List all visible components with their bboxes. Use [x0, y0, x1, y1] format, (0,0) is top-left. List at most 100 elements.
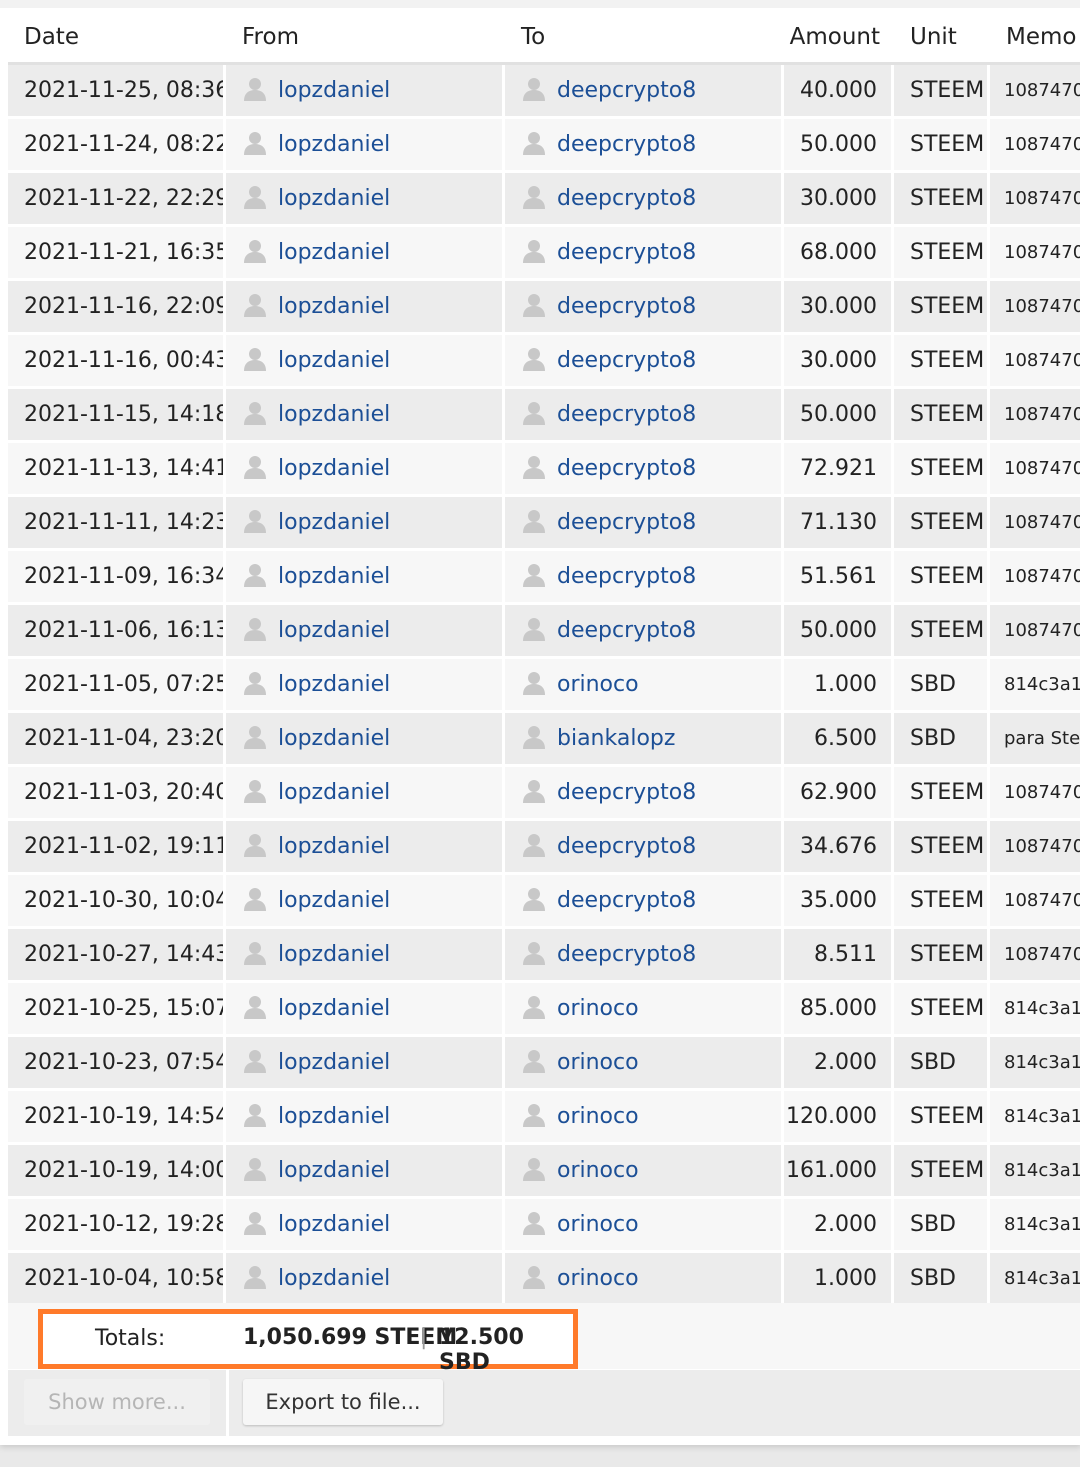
cell-unit: STEEM [894, 389, 990, 443]
from-user-link[interactable]: lopzdaniel [278, 996, 390, 1021]
user-icon [521, 346, 547, 372]
header-amount[interactable]: Amount [784, 12, 894, 65]
from-user-link[interactable]: lopzdaniel [278, 1104, 390, 1129]
from-user-link[interactable]: lopzdaniel [278, 618, 390, 643]
user-icon [242, 994, 268, 1020]
to-user-link[interactable]: deepcrypto8 [557, 456, 696, 481]
cell-memo: 814c3a1( [990, 659, 1080, 713]
cell-to: deepcrypto8 [505, 551, 784, 605]
user-icon [521, 994, 547, 1020]
from-user-link[interactable]: lopzdaniel [278, 240, 390, 265]
cell-amount: 30.000 [784, 173, 894, 227]
table-row: 2021-11-22, 22:29 lopzdaniel deepcrypto8 30… [8, 173, 1080, 227]
from-user-link[interactable]: lopzdaniel [278, 564, 390, 589]
to-user-link[interactable]: deepcrypto8 [557, 294, 696, 319]
cell-from: lopzdaniel [226, 119, 505, 173]
to-user-link[interactable]: deepcrypto8 [557, 510, 696, 535]
cell-date: 2021-11-09, 16:34 [8, 551, 226, 605]
table-row: 2021-10-19, 14:00 lopzdaniel orinoco 161.00… [8, 1145, 1080, 1199]
cell-memo: 814c3a1( [990, 1037, 1080, 1091]
to-user-link[interactable]: orinoco [557, 1158, 639, 1183]
user-icon [242, 778, 268, 804]
to-user-link[interactable]: deepcrypto8 [557, 942, 696, 967]
header-memo[interactable]: Memo [990, 12, 1080, 65]
to-user-link[interactable]: deepcrypto8 [557, 564, 696, 589]
from-user-link[interactable]: lopzdaniel [278, 456, 390, 481]
cell-memo: 1087470 [990, 281, 1080, 335]
header-from[interactable]: From [226, 12, 505, 65]
to-user-link[interactable]: orinoco [557, 1050, 639, 1075]
table-row: 2021-11-09, 16:34 lopzdaniel deepcrypto8 51… [8, 551, 1080, 605]
table-header: Date From To Amount Unit Memo [8, 12, 1080, 65]
from-user-link[interactable]: lopzdaniel [278, 294, 390, 319]
cell-amount: 34.676 [784, 821, 894, 875]
from-user-link[interactable]: lopzdaniel [278, 186, 390, 211]
to-user-link[interactable]: biankalopz [557, 726, 675, 751]
cell-memo: 1087470 [990, 605, 1080, 659]
user-icon [521, 616, 547, 642]
from-user-link[interactable]: lopzdaniel [278, 672, 390, 697]
to-user-link[interactable]: orinoco [557, 1212, 639, 1237]
from-user-link[interactable]: lopzdaniel [278, 942, 390, 967]
from-user-link[interactable]: lopzdaniel [278, 510, 390, 535]
header-to[interactable]: To [505, 12, 784, 65]
from-user-link[interactable]: lopzdaniel [278, 132, 390, 157]
to-user-link[interactable]: deepcrypto8 [557, 780, 696, 805]
to-user-link[interactable]: orinoco [557, 996, 639, 1021]
header-unit[interactable]: Unit [894, 12, 990, 65]
to-user-link[interactable]: deepcrypto8 [557, 618, 696, 643]
cell-date: 2021-11-16, 00:43 [8, 335, 226, 389]
cell-from: lopzdaniel [226, 1145, 505, 1199]
cell-from: lopzdaniel [226, 713, 505, 767]
user-icon [521, 130, 547, 156]
to-user-link[interactable]: deepcrypto8 [557, 186, 696, 211]
to-user-link[interactable]: deepcrypto8 [557, 834, 696, 859]
to-user-link[interactable]: orinoco [557, 672, 639, 697]
user-icon [521, 1156, 547, 1182]
from-user-link[interactable]: lopzdaniel [278, 1266, 390, 1291]
from-user-link[interactable]: lopzdaniel [278, 78, 390, 103]
header-date[interactable]: Date [8, 12, 226, 65]
from-user-link[interactable]: lopzdaniel [278, 1050, 390, 1075]
from-user-link[interactable]: lopzdaniel [278, 402, 390, 427]
from-user-link[interactable]: lopzdaniel [278, 834, 390, 859]
cell-memo: 1087470 [990, 497, 1080, 551]
from-user-link[interactable]: lopzdaniel [278, 888, 390, 913]
show-more-button[interactable]: Show more... [24, 1379, 210, 1425]
to-user-link[interactable]: deepcrypto8 [557, 402, 696, 427]
cell-amount: 120.000 [784, 1091, 894, 1145]
cell-amount: 51.561 [784, 551, 894, 605]
from-user-link[interactable]: lopzdaniel [278, 726, 390, 751]
to-user-link[interactable]: orinoco [557, 1266, 639, 1291]
cell-memo: 1087470 [990, 443, 1080, 497]
user-icon [242, 76, 268, 102]
from-user-link[interactable]: lopzdaniel [278, 780, 390, 805]
cell-date: 2021-10-12, 19:28 [8, 1199, 226, 1253]
cell-unit: STEEM [894, 335, 990, 389]
to-user-link[interactable]: deepcrypto8 [557, 78, 696, 103]
cell-to: orinoco [505, 1091, 784, 1145]
to-user-link[interactable]: deepcrypto8 [557, 240, 696, 265]
to-user-link[interactable]: deepcrypto8 [557, 888, 696, 913]
cell-amount: 35.000 [784, 875, 894, 929]
cell-unit: STEEM [894, 821, 990, 875]
to-user-link[interactable]: deepcrypto8 [557, 132, 696, 157]
cell-memo: 1087470 [990, 119, 1080, 173]
to-user-link[interactable]: orinoco [557, 1104, 639, 1129]
user-icon [242, 400, 268, 426]
cell-date: 2021-11-02, 19:11 [8, 821, 226, 875]
from-user-link[interactable]: lopzdaniel [278, 1212, 390, 1237]
from-user-link[interactable]: lopzdaniel [278, 1158, 390, 1183]
export-button[interactable]: Export to file... [243, 1379, 443, 1425]
table-row: 2021-10-12, 19:28 lopzdaniel orinoco 2.000 S… [8, 1199, 1080, 1253]
cell-from: lopzdaniel [226, 443, 505, 497]
cell-memo: 814c3a1( [990, 1145, 1080, 1199]
cell-from: lopzdaniel [226, 173, 505, 227]
table-row: 2021-10-30, 10:04 lopzdaniel deepcrypto8 35… [8, 875, 1080, 929]
to-user-link[interactable]: deepcrypto8 [557, 348, 696, 373]
cell-from: lopzdaniel [226, 335, 505, 389]
user-icon [242, 130, 268, 156]
cell-unit: SBD [894, 1199, 990, 1253]
table-row: 2021-11-03, 20:40 lopzdaniel deepcrypto8 62… [8, 767, 1080, 821]
from-user-link[interactable]: lopzdaniel [278, 348, 390, 373]
